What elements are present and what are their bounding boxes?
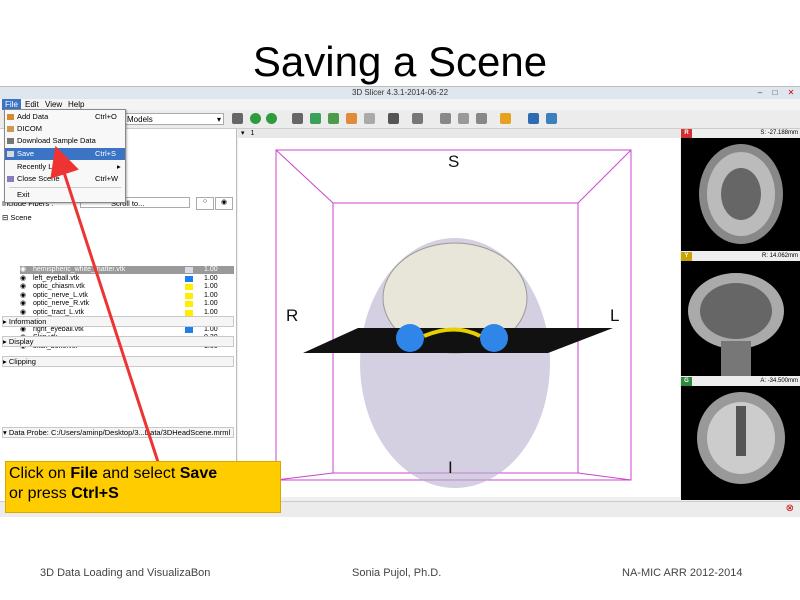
callout-save: Save bbox=[179, 465, 218, 482]
callout-line-2: or press Ctrl+S bbox=[9, 485, 119, 503]
callout-text: and select bbox=[97, 465, 180, 482]
footer-right: NA-MIC ARR 2012-2014 bbox=[622, 567, 743, 579]
footer-left: 3D Data Loading and VisualizaBon bbox=[40, 567, 211, 579]
callout-line-1: Click on File and select Save bbox=[9, 465, 217, 483]
callout-shortcut: Ctrl+S bbox=[71, 485, 119, 502]
footer-center: Sonia Pujol, Ph.D. bbox=[352, 567, 442, 579]
callout-text: or press bbox=[9, 485, 72, 502]
callout-file: File bbox=[70, 465, 98, 482]
instruction-callout: Click on File and select Save or press C… bbox=[5, 461, 281, 513]
callout-text: Click on bbox=[9, 465, 71, 482]
